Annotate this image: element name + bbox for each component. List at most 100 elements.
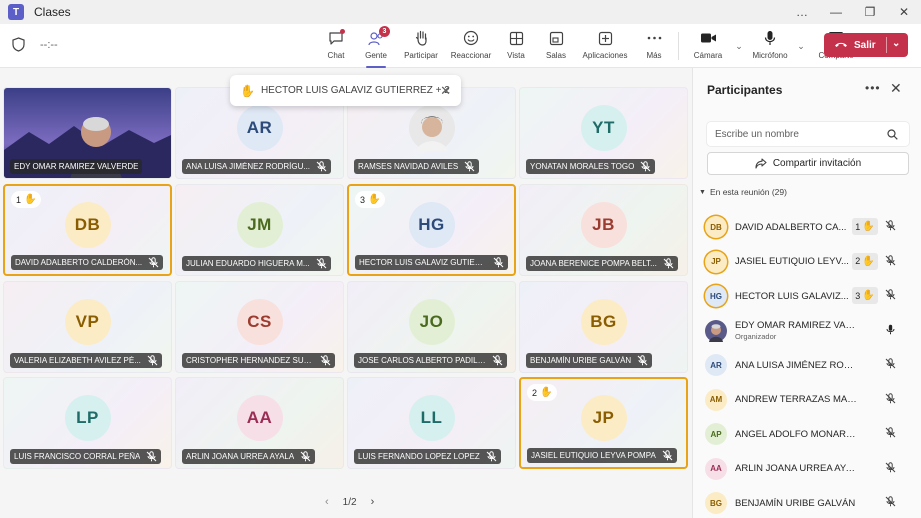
participant-info: BENJAMÍN URIBE GALVÁN bbox=[735, 498, 857, 509]
participant-video-tile[interactable]: LP LUIS FRANCISCO CORRAL PEÑA bbox=[3, 377, 172, 469]
participant-avatar: JM bbox=[236, 201, 283, 248]
participant-list-item[interactable]: DB DAVID ADALBERTO CA... 1 ✋ bbox=[705, 210, 917, 245]
view-button[interactable]: Vista bbox=[496, 24, 536, 68]
camera-options-chevron-icon[interactable]: ⌄ bbox=[733, 24, 745, 68]
share-invite-icon bbox=[755, 158, 767, 169]
mic-off-icon bbox=[663, 258, 674, 269]
microphone-button[interactable]: Micrófono bbox=[745, 24, 795, 68]
hand-order-number: 1 bbox=[16, 194, 22, 205]
participant-video-tile[interactable]: CS CRISTOPHER HERNANDEZ SUB... bbox=[175, 281, 344, 373]
microphone-label: Micrófono bbox=[752, 51, 788, 60]
panel-close-icon[interactable]: ✕ bbox=[890, 80, 902, 97]
participant-avatar: DB bbox=[705, 216, 727, 239]
share-invite-button[interactable]: Compartir invitación bbox=[707, 152, 909, 175]
participant-video-tile[interactable]: JB JOANA BERENICE POMPA BELT... bbox=[519, 184, 688, 276]
raised-hand-order-badge: 3 ✋ bbox=[852, 287, 878, 304]
raised-hands-text: HECTOR LUIS GALAVIZ GUTIERREZ + 2 bbox=[260, 85, 450, 96]
chat-icon bbox=[327, 29, 345, 47]
apps-button[interactable]: Aplicaciones bbox=[576, 24, 634, 68]
mic-off-icon[interactable] bbox=[885, 289, 896, 300]
chat-label: Chat bbox=[327, 51, 345, 60]
raise-hand-emoji-icon: ✋ bbox=[24, 194, 37, 205]
in-meeting-section-header[interactable]: ▼ En esta reunión (29) bbox=[699, 187, 787, 197]
participant-info: ANGEL ADOLFO MONARREZ ... bbox=[735, 429, 857, 440]
mic-off-icon[interactable] bbox=[885, 358, 896, 369]
participant-video-tile[interactable]: VP VALERIA ELIZABETH AVILEZ PÉ... bbox=[3, 281, 172, 373]
participant-name: BENJAMÍN URIBE GALVÁN bbox=[735, 497, 856, 509]
participant-name-label: JASIEL EUTIQUIO LEYVA POMPA bbox=[527, 448, 677, 463]
collapse-caret-icon: ▼ bbox=[699, 188, 706, 196]
minimize-button[interactable]: — bbox=[819, 0, 853, 24]
rooms-button[interactable]: Salas bbox=[536, 24, 576, 68]
participant-list-item[interactable]: HG HECTOR LUIS GALAVIZ... 3 ✋ bbox=[705, 279, 917, 314]
participant-list-item[interactable]: JP JASIEL EUTIQUIO LEYV... 2 ✋ bbox=[705, 245, 917, 280]
restore-button[interactable]: ❐ bbox=[853, 0, 887, 24]
raise-hand-button[interactable]: Participar bbox=[396, 24, 446, 68]
participant-list-item[interactable]: AR ANA LUISA JIMÉNEZ RODRÍG... bbox=[705, 348, 917, 383]
participant-list-item[interactable]: EDY OMAR RAMIREZ VALVERDEOrganizador bbox=[705, 314, 917, 349]
shield-icon[interactable] bbox=[12, 37, 25, 57]
participant-list-item[interactable]: AA ARLIN JOANA URREA AYALA bbox=[705, 452, 917, 487]
hand-order-number: 2 bbox=[855, 256, 861, 266]
participant-name: EDY OMAR RAMIREZ VALVERDE bbox=[14, 162, 139, 171]
participant-video-tile[interactable]: LL LUIS FERNANDO LOPEZ LOPEZ bbox=[347, 377, 516, 469]
mic-icon bbox=[761, 29, 779, 47]
mic-off-icon[interactable] bbox=[885, 461, 896, 473]
participant-avatar: JB bbox=[580, 201, 627, 248]
chat-button[interactable]: Chat bbox=[316, 24, 356, 68]
participant-avatar: AM bbox=[705, 388, 727, 411]
participant-video-tile[interactable]: JM JULIAN EDUARDO HIGUERA M... bbox=[175, 184, 344, 276]
participant-name-label: VALERIA ELIZABETH AVILEZ PÉ... bbox=[10, 353, 162, 368]
microphone-options-chevron-icon[interactable]: ⌄ bbox=[795, 24, 807, 68]
view-icon bbox=[507, 29, 525, 47]
leave-button[interactable]: Salir ⌄ bbox=[824, 33, 908, 57]
raised-hands-notification[interactable]: ✋ HECTOR LUIS GALAVIZ GUTIERREZ + 2 ✕ bbox=[230, 75, 461, 106]
mic-icon[interactable] bbox=[885, 324, 896, 335]
mic-off-icon[interactable] bbox=[885, 427, 896, 438]
participant-name: JOANA BERENICE POMPA BELT... bbox=[530, 259, 657, 268]
mic-off-icon[interactable] bbox=[885, 220, 896, 231]
mic-off-icon[interactable] bbox=[885, 254, 896, 266]
participant-list-item[interactable]: BG BENJAMÍN URIBE GALVÁN bbox=[705, 486, 917, 518]
participant-info: ANDREW TERRAZAS MARISCAL bbox=[735, 394, 857, 405]
participant-video-tile[interactable]: BG BENJAMÍN URIBE GALVÁN bbox=[519, 281, 688, 373]
mic-off-icon[interactable] bbox=[885, 392, 896, 404]
close-window-button[interactable]: ✕ bbox=[887, 0, 921, 24]
more-options-button[interactable]: … bbox=[785, 0, 819, 24]
participant-name-label: CRISTOPHER HERNANDEZ SUB... bbox=[182, 353, 335, 368]
react-button[interactable]: Reaccionar bbox=[446, 24, 496, 68]
participant-search-input[interactable] bbox=[707, 122, 909, 146]
raised-hand-order-badge: 1 ✋ bbox=[852, 218, 878, 235]
participant-list-item[interactable]: AM ANDREW TERRAZAS MARISCAL bbox=[705, 383, 917, 418]
search-icon[interactable] bbox=[887, 127, 898, 145]
participant-video-tile[interactable]: HG 3 ✋ HECTOR LUIS GALAVIZ GUTIER... bbox=[347, 184, 516, 276]
participant-name: EDY OMAR RAMIREZ VALVERDE bbox=[735, 320, 857, 332]
participant-video-tile[interactable]: JO JOSE CARLOS ALBERTO PADILL... bbox=[347, 281, 516, 373]
mic-off-icon[interactable] bbox=[885, 496, 896, 507]
camera-button[interactable]: Cámara bbox=[683, 24, 733, 68]
leave-options-chevron-icon[interactable]: ⌄ bbox=[892, 38, 900, 49]
previous-page-icon[interactable]: ‹ bbox=[325, 496, 329, 508]
participant-video-tile[interactable]: AA ARLIN JOANA URREA AYALA bbox=[175, 377, 344, 469]
leave-label: Salir bbox=[854, 39, 876, 51]
next-page-icon[interactable]: › bbox=[371, 496, 375, 508]
participant-video-tile[interactable]: EDY OMAR RAMIREZ VALVERDE bbox=[3, 87, 172, 179]
more-actions-button[interactable]: Más bbox=[634, 24, 674, 68]
people-button[interactable]: 3 Gente bbox=[356, 24, 396, 68]
participant-video-tile[interactable]: DB 1 ✋ DAVID ADALBERTO CALDERÓN... bbox=[3, 184, 172, 276]
participant-avatar: AP bbox=[705, 423, 727, 446]
panel-more-icon[interactable]: ••• bbox=[865, 81, 881, 95]
participant-name: LUIS FRANCISCO CORRAL PEÑA bbox=[14, 452, 141, 461]
more-label: Más bbox=[646, 51, 662, 60]
participant-name: RAMSES NAVIDAD AVILES bbox=[358, 162, 459, 171]
camera-label: Cámara bbox=[693, 51, 723, 60]
close-notification-icon[interactable]: ✕ bbox=[440, 83, 451, 99]
participant-avatar: BG bbox=[705, 492, 727, 515]
participant-video-tile[interactable]: YT YONATAN MORALES TOGO bbox=[519, 87, 688, 179]
participant-avatar: LP bbox=[64, 394, 111, 441]
participant-list-item[interactable]: AP ANGEL ADOLFO MONARREZ ... bbox=[705, 417, 917, 452]
participant-avatar: JP bbox=[580, 394, 627, 441]
participant-video-tile[interactable]: JP 2 ✋ JASIEL EUTIQUIO LEYVA POMPA bbox=[519, 377, 688, 469]
participant-avatar: VP bbox=[64, 298, 111, 345]
participant-avatar: HG bbox=[408, 201, 455, 248]
